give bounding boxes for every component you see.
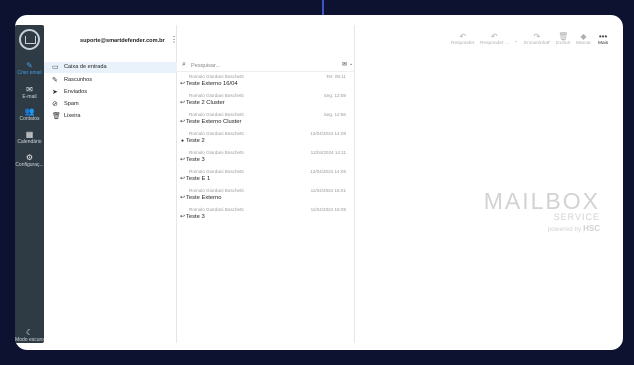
forward-dropdown[interactable]: ⌄ xyxy=(547,38,551,44)
rail-mail[interactable]: ✉ E-mail xyxy=(15,85,44,100)
send-icon: ➤ xyxy=(52,89,58,96)
nav-rail: ✎ Criar email ✉ E-mail 👥 Contatos ▦ Cale… xyxy=(15,25,44,343)
reply-icon: ↩ xyxy=(180,81,186,87)
reply-icon: ↩ xyxy=(180,195,186,201)
more-button[interactable]: ••• Mais xyxy=(598,32,608,46)
reply-all-dropdown[interactable]: ⌄ xyxy=(514,38,518,44)
envelope-filter-icon[interactable]: ✉ xyxy=(342,61,347,68)
message-row[interactable]: Romulo Giordani Boschetti 12/04/2024 14:… xyxy=(177,168,355,187)
chevron-down-icon: ⌄ xyxy=(514,38,519,44)
rail-compose[interactable]: ✎ Criar email xyxy=(15,61,44,76)
trash-icon: 🗑 xyxy=(52,113,61,120)
reply-icon: ↩ xyxy=(180,100,186,106)
chevron-down-icon[interactable]: ⌄ xyxy=(349,61,353,67)
folder-spam[interactable]: ⊘ Spam xyxy=(44,99,177,110)
folder-panel: suporte@smartdefender.com.br ⋮ ▭ Caixa d… xyxy=(44,25,178,343)
gear-icon: ⚙ xyxy=(25,153,34,162)
reply-icon: ↶ xyxy=(459,32,467,41)
brand-watermark: MAILBOX SERVICE powered by HSC xyxy=(458,188,600,233)
calendar-icon: ▦ xyxy=(25,130,34,139)
top-accent-line xyxy=(322,0,324,15)
folder-sent[interactable]: ➤ Enviados xyxy=(44,87,177,98)
reply-icon: ↩ xyxy=(180,119,186,125)
moon-icon: ☾ xyxy=(25,328,34,337)
delete-button[interactable]: 🗑 Excluir xyxy=(556,32,570,46)
reply-icon: ↩ xyxy=(180,157,186,163)
message-row[interactable]: Romulo Giordani Boschetti Ter. 09:11 ↩ T… xyxy=(177,73,355,92)
mail-icon: ✉ xyxy=(26,85,33,94)
contacts-icon: 👥 xyxy=(24,107,35,116)
reply-icon: ↩ xyxy=(180,176,186,182)
reply-button[interactable]: ↶ Responder xyxy=(451,32,474,46)
forward-button[interactable]: ↷ Encaminhar xyxy=(524,32,550,46)
spam-icon: ⊘ xyxy=(52,101,58,108)
message-row[interactable]: Romulo Giordani Boschetti Seg. 12:56 ↩ T… xyxy=(177,111,355,130)
search-input[interactable]: Pesquisar... xyxy=(191,63,220,69)
message-row[interactable]: Romulo Giordani Boschetti Seg. 12:59 ↩ T… xyxy=(177,92,355,111)
pencil-icon: ✎ xyxy=(52,77,58,84)
folder-inbox[interactable]: ▭ Caixa de entrada xyxy=(44,62,177,73)
mark-button[interactable]: ◆ Marcar xyxy=(576,32,591,46)
forward-icon: ↷ xyxy=(533,32,541,41)
account-email: suporte@smartdefender.com.br xyxy=(80,38,165,44)
message-row[interactable]: Romulo Giordani Boschetti 11/04/2024 16:… xyxy=(177,206,355,225)
chevron-down-icon: ⌄ xyxy=(547,38,552,44)
message-row[interactable]: Romulo Giordani Boschetti 12/04/2024 14:… xyxy=(177,149,355,168)
rail-calendar[interactable]: ▦ Calendário xyxy=(15,130,44,145)
message-row[interactable]: Romulo Giordani Boschetti 11/04/2024 16:… xyxy=(177,187,355,206)
more-icon: ••• xyxy=(598,32,608,41)
reply-icon: ↩ xyxy=(180,214,186,220)
account-header: suporte@smartdefender.com.br ⋮ xyxy=(44,25,178,61)
reply-all-button[interactable]: ↶ Responder ... xyxy=(480,32,509,46)
rail-contacts[interactable]: 👥 Contatos xyxy=(15,107,44,122)
unread-dot-icon: ● xyxy=(181,138,185,144)
message-list: ⌕ Pesquisar... ✉ ⌄ Romulo Giordani Bosch… xyxy=(177,25,355,343)
tag-icon: ◆ xyxy=(580,32,587,41)
compose-icon: ✎ xyxy=(26,61,33,70)
delete-icon: 🗑 xyxy=(558,32,569,41)
inbox-icon: ▭ xyxy=(52,64,59,71)
rail-dark-mode[interactable]: ☾ Modo escuro xyxy=(15,328,44,343)
rail-settings[interactable]: ⚙ Configuraç... xyxy=(15,153,44,168)
message-row[interactable]: Romulo Giordani Boschetti 12/04/2024 14:… xyxy=(177,130,355,149)
brand-name: MAILBOX xyxy=(483,188,600,214)
search-icon: ⌕ xyxy=(182,61,186,68)
reply-all-icon: ↶ xyxy=(491,32,498,41)
folder-trash[interactable]: 🗑 Lixeira xyxy=(44,111,177,122)
search-bar[interactable]: ⌕ Pesquisar... ✉ ⌄ xyxy=(177,61,355,72)
folder-drafts[interactable]: ✎ Rascunhos xyxy=(44,75,177,86)
logo-icon xyxy=(19,29,40,50)
brand-powered: powered by HSC xyxy=(547,224,600,233)
